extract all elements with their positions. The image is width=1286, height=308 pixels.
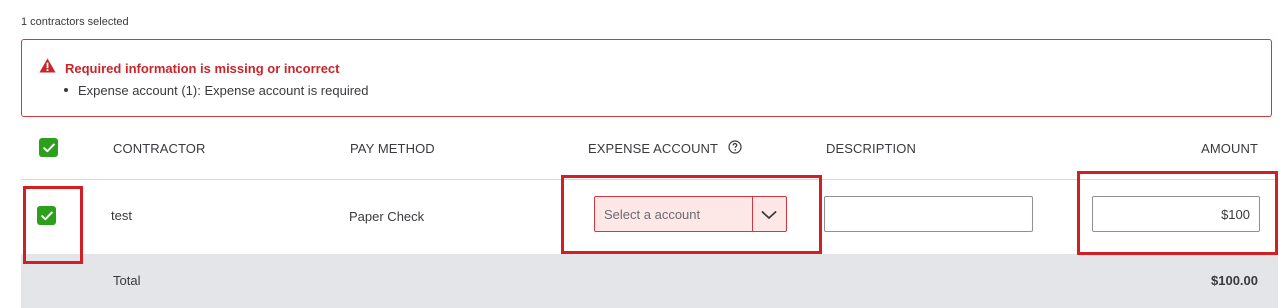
error-title: Required information is missing or incor…	[65, 60, 340, 76]
pay-method-value: Paper Check	[349, 209, 425, 224]
column-header-contractor[interactable]: CONTRACTOR	[113, 141, 205, 156]
warning-icon	[39, 58, 56, 78]
expense-account-highlight-box	[561, 175, 822, 254]
checkbox-highlight-box	[23, 186, 83, 264]
column-header-expense-account-label: EXPENSE ACCOUNT	[588, 141, 718, 156]
bullet-icon	[64, 87, 68, 92]
error-title-row: Required information is missing or incor…	[39, 58, 340, 78]
help-icon[interactable]	[727, 140, 742, 157]
error-banner: Required information is missing or incor…	[21, 39, 1272, 117]
total-label: Total	[113, 273, 141, 288]
amount-highlight-box	[1077, 171, 1278, 255]
error-item: Expense account (1): Expense account is …	[78, 83, 369, 98]
column-header-expense-account: EXPENSE ACCOUNT	[588, 140, 742, 158]
column-header-pay-method[interactable]: PAY METHOD	[350, 141, 435, 156]
description-input[interactable]	[824, 196, 1033, 232]
select-all-checkbox[interactable]	[39, 138, 58, 157]
column-header-amount[interactable]: AMOUNT	[1201, 141, 1258, 156]
selection-status: 1 contractors selected	[21, 16, 129, 28]
checkmark-icon	[42, 143, 55, 152]
error-list: Expense account (1): Expense account is …	[64, 83, 369, 98]
column-header-description[interactable]: DESCRIPTION	[826, 141, 916, 156]
total-row: Total $100.00	[21, 254, 1278, 308]
contractor-name: test	[111, 208, 132, 223]
total-value: $100.00	[1211, 273, 1258, 288]
